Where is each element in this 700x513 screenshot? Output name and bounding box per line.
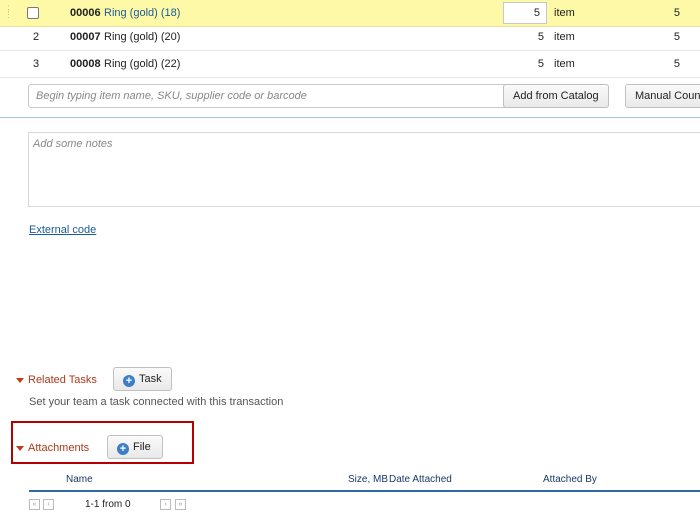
plus-circle-icon: +: [117, 443, 129, 455]
last-page-icon[interactable]: »: [175, 499, 186, 510]
add-task-button[interactable]: + Task: [113, 367, 172, 391]
item-name: Ring (gold) (22): [104, 58, 181, 70]
prev-page-icon[interactable]: ‹: [43, 499, 54, 510]
add-from-catalog-button[interactable]: Add from Catalog: [503, 84, 609, 108]
pagination-info: 1-1 from 0: [85, 499, 131, 510]
item-quantity[interactable]: 5: [520, 31, 544, 43]
attachments-title[interactable]: Attachments: [28, 442, 89, 454]
collapse-triangle-icon[interactable]: [16, 446, 24, 451]
column-header-size[interactable]: Size, MB: [348, 474, 388, 485]
table-row[interactable]: 3 00008 Ring (gold) (22) 5 item 5: [0, 51, 700, 78]
plus-circle-icon: +: [123, 375, 135, 387]
add-file-button[interactable]: + File: [107, 435, 163, 459]
collapse-triangle-icon[interactable]: [16, 378, 24, 383]
manual-count-button[interactable]: Manual Count: [625, 84, 700, 108]
drag-handle-icon[interactable]: ⋮ ⋮: [4, 5, 13, 19]
item-name-link[interactable]: Ring (gold) (18): [104, 7, 180, 19]
column-header-date[interactable]: Date Attached: [389, 474, 452, 485]
row-checkbox[interactable]: [27, 7, 39, 19]
item-unit: item: [554, 31, 575, 43]
item-quantity[interactable]: 5: [520, 58, 544, 70]
column-header-attached-by[interactable]: Attached By: [543, 474, 597, 485]
first-page-icon[interactable]: «: [29, 499, 40, 510]
row-number: 3: [33, 58, 40, 70]
item-unit: item: [554, 58, 575, 70]
related-tasks-hint: Set your team a task connected with this…: [29, 396, 284, 408]
divider: [0, 117, 700, 118]
column-header-name[interactable]: Name: [66, 474, 93, 485]
external-code-link[interactable]: External code: [29, 224, 96, 236]
item-sku: 00006: [70, 7, 101, 19]
add-file-label: File: [133, 441, 151, 453]
row-number: 2: [33, 31, 40, 43]
item-sku: 00008: [70, 58, 101, 70]
item-amount: 5: [673, 58, 680, 70]
next-page-icon[interactable]: ›: [160, 499, 171, 510]
table-header-divider: [29, 490, 700, 492]
item-name: Ring (gold) (20): [104, 31, 181, 43]
table-row[interactable]: 2 00007 Ring (gold) (20) 5 item 5: [0, 24, 700, 51]
notes-textarea[interactable]: Add some notes: [28, 132, 700, 207]
item-amount: 5: [673, 7, 680, 19]
related-tasks-title[interactable]: Related Tasks: [28, 374, 97, 386]
add-task-label: Task: [139, 373, 162, 385]
item-unit: item: [554, 7, 575, 19]
quantity-input[interactable]: 5: [503, 2, 547, 24]
item-amount: 5: [673, 31, 680, 43]
table-row[interactable]: ⋮ ⋮ 00006 Ring (gold) (18) 5 item 5: [0, 0, 700, 27]
item-sku: 00007: [70, 31, 101, 43]
item-search-input[interactable]: Begin typing item name, SKU, supplier co…: [28, 84, 514, 108]
